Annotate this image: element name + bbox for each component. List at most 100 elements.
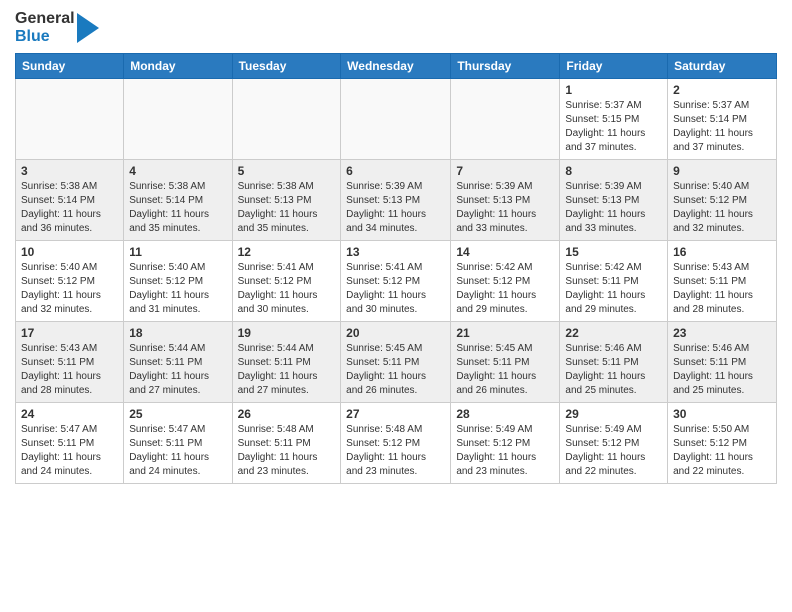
calendar-cell: 30Sunrise: 5:50 AM Sunset: 5:12 PM Dayli…: [668, 403, 777, 484]
day-info: Sunrise: 5:46 AM Sunset: 5:11 PM Dayligh…: [565, 342, 662, 398]
col-header-saturday: Saturday: [668, 54, 777, 79]
logo-general: General: [15, 10, 75, 28]
day-number: 5: [238, 164, 336, 178]
day-info: Sunrise: 5:44 AM Sunset: 5:11 PM Dayligh…: [238, 342, 336, 398]
calendar-week-row: 10 Sunrise: 5:40 AM Sunset: 5:12 PM Dayli…: [16, 241, 777, 322]
day-number: 23: [673, 326, 771, 340]
day-number: 4: [129, 164, 226, 178]
day-number: 8: [565, 164, 662, 178]
col-header-sunday: Sunday: [16, 54, 124, 79]
calendar-cell: 22 Sunrise: 5:46 AM Sunset: 5:11 PM Dayli…: [560, 322, 668, 403]
day-number: 10: [21, 245, 118, 259]
day-info: Sunrise: 5:43 AM Sunset: 5:11 PM Dayligh…: [673, 261, 771, 317]
day-number: 22: [565, 326, 662, 340]
day-number: 20: [346, 326, 445, 340]
day-info: Sunrise: 5:38 AM Sunset: 5:13 PM Dayligh…: [238, 180, 336, 236]
calendar-cell: 28 Sunrise: 5:49 AM Sunset: 5:12 PM Dayli…: [451, 403, 560, 484]
day-info: Sunrise: 5:40 AM Sunset: 5:12 PM Dayligh…: [673, 180, 771, 236]
calendar-cell: 12 Sunrise: 5:41 AM Sunset: 5:12 PM Dayli…: [232, 241, 341, 322]
day-number: 9: [673, 164, 771, 178]
day-number: 19: [238, 326, 336, 340]
day-info: Sunrise: 5:43 AM Sunset: 5:11 PM Dayligh…: [21, 342, 118, 398]
header: General Blue: [15, 10, 777, 45]
day-number: 1: [565, 83, 662, 97]
page: General Blue SundayMondayTuesdayWednesda…: [0, 0, 792, 499]
day-info: Sunrise: 5:41 AM Sunset: 5:12 PM Dayligh…: [238, 261, 336, 317]
col-header-monday: Monday: [124, 54, 232, 79]
calendar-cell: [451, 79, 560, 160]
day-number: 7: [456, 164, 554, 178]
calendar-cell: [16, 79, 124, 160]
day-info: Sunrise: 5:38 AM Sunset: 5:14 PM Dayligh…: [129, 180, 226, 236]
calendar-cell: 4 Sunrise: 5:38 AM Sunset: 5:14 PM Daylig…: [124, 160, 232, 241]
day-number: 21: [456, 326, 554, 340]
day-info: Sunrise: 5:42 AM Sunset: 5:11 PM Dayligh…: [565, 261, 662, 317]
calendar-cell: 8 Sunrise: 5:39 AM Sunset: 5:13 PM Daylig…: [560, 160, 668, 241]
calendar-cell: 2Sunrise: 5:37 AM Sunset: 5:14 PM Daylig…: [668, 79, 777, 160]
day-number: 27: [346, 407, 445, 421]
day-info: Sunrise: 5:45 AM Sunset: 5:11 PM Dayligh…: [346, 342, 445, 398]
calendar-cell: 26 Sunrise: 5:48 AM Sunset: 5:11 PM Dayli…: [232, 403, 341, 484]
day-info: Sunrise: 5:37 AM Sunset: 5:15 PM Dayligh…: [565, 99, 662, 155]
calendar-cell: [341, 79, 451, 160]
day-info: Sunrise: 5:41 AM Sunset: 5:12 PM Dayligh…: [346, 261, 445, 317]
day-info: Sunrise: 5:48 AM Sunset: 5:12 PM Dayligh…: [346, 423, 445, 479]
calendar-cell: 16 Sunrise: 5:43 AM Sunset: 5:11 PM Dayli…: [668, 241, 777, 322]
day-number: 26: [238, 407, 336, 421]
day-info: Sunrise: 5:50 AM Sunset: 5:12 PM Dayligh…: [673, 423, 771, 479]
day-number: 25: [129, 407, 226, 421]
day-number: 29: [565, 407, 662, 421]
logo-triangle-icon: [77, 13, 99, 43]
day-info: Sunrise: 5:39 AM Sunset: 5:13 PM Dayligh…: [346, 180, 445, 236]
day-number: 13: [346, 245, 445, 259]
day-info: Sunrise: 5:47 AM Sunset: 5:11 PM Dayligh…: [21, 423, 118, 479]
day-number: 11: [129, 245, 226, 259]
day-info: Sunrise: 5:49 AM Sunset: 5:12 PM Dayligh…: [565, 423, 662, 479]
calendar-cell: 1 Sunrise: 5:37 AM Sunset: 5:15 PM Daylig…: [560, 79, 668, 160]
calendar-week-row: 24Sunrise: 5:47 AM Sunset: 5:11 PM Dayli…: [16, 403, 777, 484]
calendar: SundayMondayTuesdayWednesdayThursdayFrid…: [15, 53, 777, 484]
day-info: Sunrise: 5:39 AM Sunset: 5:13 PM Dayligh…: [565, 180, 662, 236]
logo: General Blue: [15, 10, 99, 45]
day-info: Sunrise: 5:48 AM Sunset: 5:11 PM Dayligh…: [238, 423, 336, 479]
logo-blue: Blue: [15, 28, 75, 46]
calendar-cell: 3 Sunrise: 5:38 AM Sunset: 5:14 PM Daylig…: [16, 160, 124, 241]
day-info: Sunrise: 5:45 AM Sunset: 5:11 PM Dayligh…: [456, 342, 554, 398]
day-number: 28: [456, 407, 554, 421]
day-number: 6: [346, 164, 445, 178]
calendar-week-row: 17 Sunrise: 5:43 AM Sunset: 5:11 PM Dayli…: [16, 322, 777, 403]
day-info: Sunrise: 5:37 AM Sunset: 5:14 PM Dayligh…: [673, 99, 771, 155]
calendar-cell: 9 Sunrise: 5:40 AM Sunset: 5:12 PM Daylig…: [668, 160, 777, 241]
col-header-tuesday: Tuesday: [232, 54, 341, 79]
calendar-cell: 25 Sunrise: 5:47 AM Sunset: 5:11 PM Dayli…: [124, 403, 232, 484]
calendar-cell: 29 Sunrise: 5:49 AM Sunset: 5:12 PM Dayli…: [560, 403, 668, 484]
calendar-week-row: 1 Sunrise: 5:37 AM Sunset: 5:15 PM Daylig…: [16, 79, 777, 160]
day-info: Sunrise: 5:39 AM Sunset: 5:13 PM Dayligh…: [456, 180, 554, 236]
col-header-friday: Friday: [560, 54, 668, 79]
day-number: 15: [565, 245, 662, 259]
day-number: 17: [21, 326, 118, 340]
calendar-cell: 5 Sunrise: 5:38 AM Sunset: 5:13 PM Daylig…: [232, 160, 341, 241]
calendar-cell: 17 Sunrise: 5:43 AM Sunset: 5:11 PM Dayli…: [16, 322, 124, 403]
day-info: Sunrise: 5:38 AM Sunset: 5:14 PM Dayligh…: [21, 180, 118, 236]
calendar-week-row: 3 Sunrise: 5:38 AM Sunset: 5:14 PM Daylig…: [16, 160, 777, 241]
day-info: Sunrise: 5:40 AM Sunset: 5:12 PM Dayligh…: [21, 261, 118, 317]
calendar-cell: [124, 79, 232, 160]
day-number: 3: [21, 164, 118, 178]
logo-text: General Blue: [15, 10, 99, 45]
day-number: 12: [238, 245, 336, 259]
calendar-cell: [232, 79, 341, 160]
col-header-thursday: Thursday: [451, 54, 560, 79]
calendar-cell: 24Sunrise: 5:47 AM Sunset: 5:11 PM Dayli…: [16, 403, 124, 484]
calendar-cell: 20 Sunrise: 5:45 AM Sunset: 5:11 PM Dayli…: [341, 322, 451, 403]
col-header-wednesday: Wednesday: [341, 54, 451, 79]
day-info: Sunrise: 5:40 AM Sunset: 5:12 PM Dayligh…: [129, 261, 226, 317]
day-number: 16: [673, 245, 771, 259]
calendar-cell: 7 Sunrise: 5:39 AM Sunset: 5:13 PM Daylig…: [451, 160, 560, 241]
calendar-header-row: SundayMondayTuesdayWednesdayThursdayFrid…: [16, 54, 777, 79]
day-info: Sunrise: 5:47 AM Sunset: 5:11 PM Dayligh…: [129, 423, 226, 479]
day-number: 14: [456, 245, 554, 259]
calendar-cell: 27 Sunrise: 5:48 AM Sunset: 5:12 PM Dayli…: [341, 403, 451, 484]
day-info: Sunrise: 5:49 AM Sunset: 5:12 PM Dayligh…: [456, 423, 554, 479]
calendar-cell: 6 Sunrise: 5:39 AM Sunset: 5:13 PM Daylig…: [341, 160, 451, 241]
